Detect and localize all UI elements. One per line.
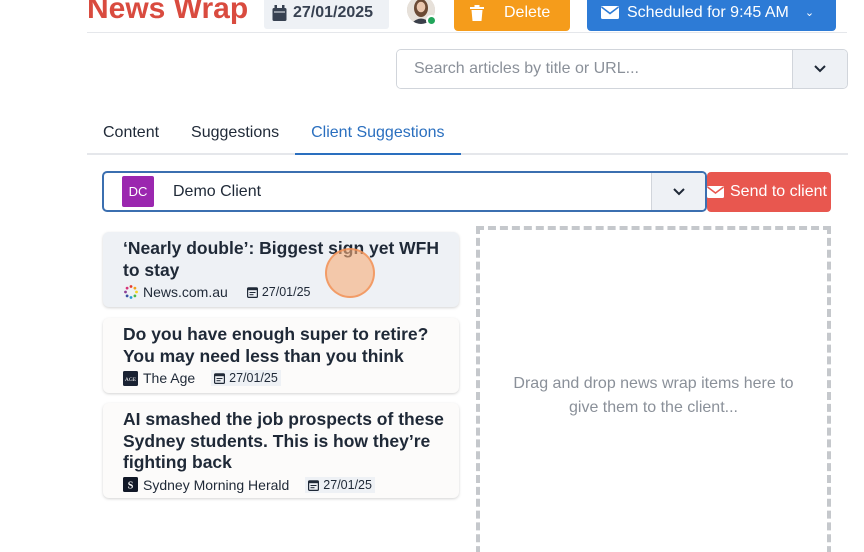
article-date-text: 27/01/25 [261,285,311,299]
calendar-icon [246,287,258,298]
article-meta: S Sydney Morning Herald 27/01/25 [123,476,449,493]
dropzone-hint: Drag and drop news wrap items here to gi… [513,375,794,416]
date-picker[interactable]: 27/01/2025 [264,0,389,29]
article-meta: AGE The Age 27/01/25 [123,370,449,386]
envelope-icon [707,186,724,198]
send-to-client-button[interactable]: Send to client [707,172,831,212]
article-source: Sydney Morning Herald [143,476,290,493]
client-initials-badge: DC [122,176,154,207]
article-date-text: 27/01/25 [229,371,278,385]
chevron-down-icon [672,187,685,195]
calendar-icon [272,4,287,21]
tab-client-suggestions[interactable]: Client Suggestions [295,118,461,155]
newscomau-logo-icon [123,285,138,300]
delete-label: Delete [504,3,551,21]
chevron-down-icon [814,65,826,73]
article-date: 27/01/25 [305,476,375,493]
search-dropdown-toggle[interactable] [792,50,847,88]
article-title: ‘Nearly double’: Biggest sign yet WFH to… [123,238,440,280]
envelope-icon [601,6,619,19]
article-source: News.com.au [143,284,228,300]
svg-text:AGE: AGE [125,377,137,383]
calendar-icon [214,373,226,384]
client-name: Demo Client [173,182,262,200]
smh-logo-icon: S [123,477,138,492]
article-date: 27/01/25 [211,370,281,386]
calendar-icon [308,479,320,491]
date-value: 27/01/2025 [293,3,374,21]
client-select[interactable]: DC Demo Client [102,171,707,212]
schedule-button[interactable]: Scheduled for 9:45 AM ⌄ [587,0,836,31]
schedule-label: Scheduled for 9:45 AM [627,3,789,21]
news-wrap-page: News Wrap 27/01/2025 Delete Scheduled fo… [0,0,864,552]
page-title: News Wrap [87,0,249,25]
article-title: Do you have enough super to retire? You … [123,324,429,366]
svg-text:S: S [128,481,134,492]
client-dropdown-toggle[interactable] [651,173,705,210]
article-meta: News.com.au 27/01/25 [123,284,449,300]
tab-suggestions[interactable]: Suggestions [175,118,295,155]
cursor-indicator [325,248,375,298]
article-card[interactable]: AI smashed the job prospects of these Sy… [103,403,459,498]
article-date: 27/01/25 [244,284,314,300]
header-divider [87,32,847,33]
chevron-down-icon: ⌄ [804,7,815,19]
search-input[interactable] [397,50,792,88]
send-label: Send to client [730,183,827,200]
article-card[interactable]: ‘Nearly double’: Biggest sign yet WFH to… [103,232,459,307]
content-tabs: Content Suggestions Client Suggestions [87,118,848,155]
tab-content[interactable]: Content [87,118,175,155]
article-source: The Age [143,370,196,386]
article-title: AI smashed the job prospects of these Sy… [123,409,444,472]
client-dropzone[interactable]: Drag and drop news wrap items here to gi… [476,226,831,552]
the-age-logo-icon: AGE [123,370,138,386]
article-search [396,49,848,89]
article-date-text: 27/01/25 [323,477,372,492]
article-card[interactable]: Do you have enough super to retire? You … [103,318,459,393]
online-status-badge [426,15,437,26]
delete-button[interactable]: Delete [454,0,570,31]
trash-icon [470,4,484,21]
